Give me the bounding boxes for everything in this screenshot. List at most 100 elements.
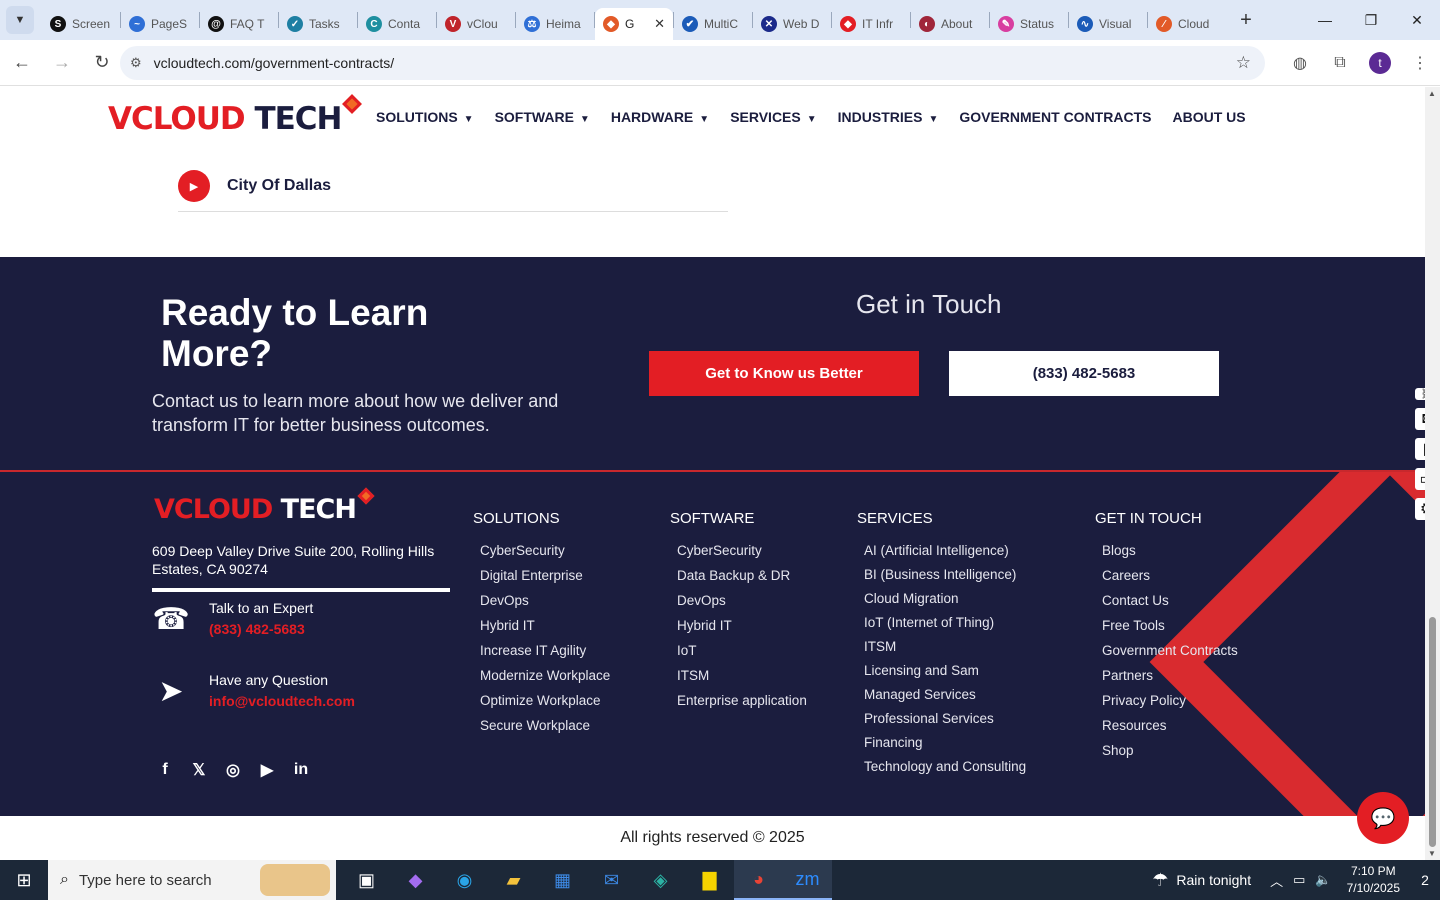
browser-tab[interactable]: S Screen bbox=[42, 8, 120, 40]
store-icon[interactable]: ▦ bbox=[538, 860, 587, 900]
browser-tab[interactable]: VvClou bbox=[437, 8, 515, 40]
footer-link[interactable]: Resources bbox=[1102, 718, 1238, 743]
back-button[interactable]: ← bbox=[4, 45, 40, 81]
sticky-notes-icon[interactable]: ▇ bbox=[685, 860, 734, 900]
footer-link[interactable]: AI (Artificial Intelligence) bbox=[864, 543, 1026, 567]
reload-button[interactable]: ↻ bbox=[84, 45, 120, 81]
footer-link[interactable]: Blogs bbox=[1102, 543, 1238, 568]
volume-icon[interactable]: 🔈 bbox=[1315, 872, 1331, 888]
nav-item[interactable]: ABOUT US bbox=[1172, 109, 1245, 125]
chevron-up-icon[interactable]: ︿ bbox=[1270, 871, 1283, 890]
footer-link[interactable]: ITSM bbox=[677, 668, 807, 693]
footer-link[interactable]: Hybrid IT bbox=[677, 618, 807, 643]
close-window-button[interactable]: ✕ bbox=[1394, 0, 1440, 40]
x-twitter-icon[interactable]: 𝕏 bbox=[189, 760, 209, 780]
footer-link[interactable]: Contact Us bbox=[1102, 593, 1238, 618]
tab-search-button[interactable]: ▼ bbox=[6, 6, 34, 34]
bookmark-star-icon[interactable]: ☆ bbox=[1236, 53, 1251, 73]
nav-item[interactable]: INDUSTRIES ▼ bbox=[838, 109, 939, 125]
chat-icon[interactable]: 💬 bbox=[1357, 792, 1409, 844]
maximize-button[interactable]: ❐ bbox=[1348, 0, 1394, 40]
footer-link[interactable]: Shop bbox=[1102, 743, 1238, 768]
menu-dots-icon[interactable]: ⋮ bbox=[1402, 45, 1438, 81]
footer-link[interactable]: Managed Services bbox=[864, 687, 1026, 711]
browser-tab[interactable]: C Conta bbox=[358, 8, 436, 40]
scroll-down-icon[interactable]: ▼ bbox=[1428, 849, 1436, 858]
footer-link[interactable]: Licensing and Sam bbox=[864, 663, 1026, 687]
taskbar-search[interactable]: ⌕ Type here to search bbox=[48, 860, 336, 900]
footer-link[interactable]: Careers bbox=[1102, 568, 1238, 593]
nav-item[interactable]: SOFTWARE ▼ bbox=[495, 109, 590, 125]
file-explorer-icon[interactable]: ▰ bbox=[489, 860, 538, 900]
footer-link[interactable]: Hybrid IT bbox=[480, 618, 610, 643]
footer-link[interactable]: IoT (Internet of Thing) bbox=[864, 615, 1026, 639]
browser-tab[interactable]: ∿ Visual bbox=[1069, 8, 1147, 40]
nav-item[interactable]: SERVICES ▼ bbox=[730, 109, 816, 125]
task-view-icon[interactable]: ▣ bbox=[342, 860, 391, 900]
browser-tab[interactable]: ✔ MultiC bbox=[674, 8, 752, 40]
browser-tab[interactable]: ✎ Status bbox=[990, 8, 1068, 40]
extensions-icon[interactable]: ⧉ bbox=[1322, 45, 1358, 81]
footer-link[interactable]: Data Backup & DR bbox=[677, 568, 807, 593]
footer-link[interactable]: Free Tools bbox=[1102, 618, 1238, 643]
youtube-icon[interactable]: ▶ bbox=[257, 760, 277, 780]
start-button[interactable]: ⊞ bbox=[0, 860, 48, 900]
browser-tab[interactable]: @ FAQ T bbox=[200, 8, 278, 40]
phone-button[interactable]: (833) 482-5683 bbox=[949, 351, 1219, 396]
footer-link[interactable]: Optimize Workplace bbox=[480, 693, 610, 718]
footer-link[interactable]: ITSM bbox=[864, 639, 1026, 663]
chrome-icon[interactable]: ◕ bbox=[734, 860, 783, 900]
vcloud-logo[interactable]: VCLOUD TECH bbox=[108, 94, 363, 137]
network-icon[interactable]: ▭ bbox=[1293, 872, 1305, 888]
footer-link[interactable]: CyberSecurity bbox=[677, 543, 807, 568]
app-icon[interactable]: ◈ bbox=[636, 860, 685, 900]
page-scrollbar[interactable]: ▲ ▼ bbox=[1425, 87, 1440, 860]
footer-link[interactable]: Modernize Workplace bbox=[480, 668, 610, 693]
footer-logo[interactable]: VCLOUD TECH bbox=[154, 487, 375, 525]
browser-tab[interactable]: ✓ Tasks bbox=[279, 8, 357, 40]
footer-link[interactable]: Cloud Migration bbox=[864, 591, 1026, 615]
minimize-button[interactable]: — bbox=[1302, 0, 1348, 40]
browser-tab[interactable]: ⚖ Heima bbox=[516, 8, 594, 40]
site-info-icon[interactable]: ⚙ bbox=[130, 55, 142, 71]
weather-widget[interactable]: ☂ Rain tonight bbox=[1152, 870, 1251, 891]
get-to-know-us-button[interactable]: Get to Know us Better bbox=[649, 351, 919, 396]
footer-link[interactable]: Government Contracts bbox=[1102, 643, 1238, 668]
clock[interactable]: 7:10 PM 7/10/2025 bbox=[1347, 863, 1400, 897]
nav-item[interactable]: GOVERNMENT CONTRACTS bbox=[959, 109, 1151, 125]
new-tab-button[interactable]: + bbox=[1232, 6, 1260, 34]
browser-tab[interactable]: ✕ Web D bbox=[753, 8, 831, 40]
footer-link[interactable]: Financing bbox=[864, 735, 1026, 759]
facebook-icon[interactable]: f bbox=[155, 760, 175, 780]
nav-item[interactable]: SOLUTIONS ▼ bbox=[376, 109, 474, 125]
translate-icon[interactable]: ◍ bbox=[1282, 45, 1318, 81]
footer-link[interactable]: Technology and Consulting bbox=[864, 759, 1026, 783]
browser-tab[interactable]: ◆ G ✕ bbox=[595, 8, 673, 40]
list-item[interactable]: ▶ City Of Dallas bbox=[178, 161, 728, 212]
address-bar[interactable]: ⚙ vcloudtech.com/government-contracts/ ☆ bbox=[120, 46, 1265, 80]
footer-link[interactable]: Digital Enterprise bbox=[480, 568, 610, 593]
browser-tab[interactable]: ◆ IT Infr bbox=[832, 8, 910, 40]
browser-tab[interactable]: ~ PageS bbox=[121, 8, 199, 40]
expert-phone-link[interactable]: (833) 482-5683 bbox=[209, 621, 313, 637]
scroll-up-icon[interactable]: ▲ bbox=[1428, 89, 1436, 98]
mail-icon[interactable]: ✉ bbox=[587, 860, 636, 900]
instagram-icon[interactable]: ◎ bbox=[223, 760, 243, 780]
footer-link[interactable]: CyberSecurity bbox=[480, 543, 610, 568]
footer-link[interactable]: Enterprise application bbox=[677, 693, 807, 718]
footer-link[interactable]: DevOps bbox=[480, 593, 610, 618]
zoom-icon[interactable]: zm bbox=[783, 860, 832, 900]
footer-link[interactable]: Professional Services bbox=[864, 711, 1026, 735]
browser-tab[interactable]: ◐ About bbox=[911, 8, 989, 40]
copilot-icon[interactable]: ◆ bbox=[391, 860, 440, 900]
footer-link[interactable]: BI (Business Intelligence) bbox=[864, 567, 1026, 591]
footer-link[interactable]: Secure Workplace bbox=[480, 718, 610, 743]
footer-link[interactable]: Increase IT Agility bbox=[480, 643, 610, 668]
scroll-thumb[interactable] bbox=[1429, 617, 1436, 847]
edge-icon[interactable]: ◉ bbox=[440, 860, 489, 900]
footer-link[interactable]: IoT bbox=[677, 643, 807, 668]
profile-avatar[interactable]: t bbox=[1369, 52, 1391, 74]
notification-center-icon[interactable]: 2 bbox=[1410, 865, 1440, 895]
email-link[interactable]: info@vcloudtech.com bbox=[209, 693, 355, 709]
nav-item[interactable]: HARDWARE ▼ bbox=[611, 109, 709, 125]
